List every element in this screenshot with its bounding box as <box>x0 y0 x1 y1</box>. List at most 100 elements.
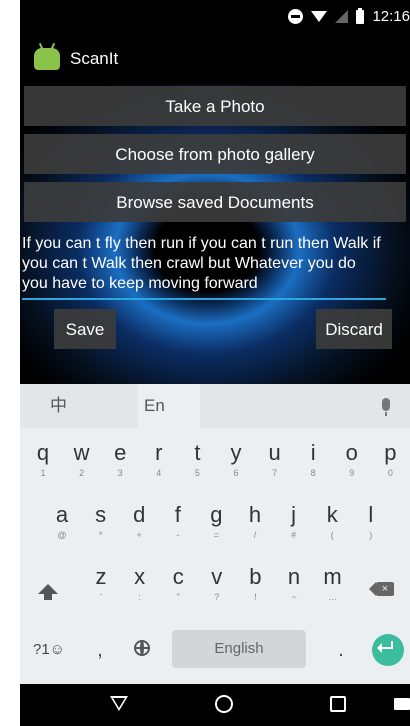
key-label: i <box>310 440 316 465</box>
key-w[interactable]: w2 <box>63 430 101 486</box>
key-hint: ~ <box>291 592 297 602</box>
key-hint: 1 <box>40 468 46 478</box>
key-label: n <box>287 564 301 589</box>
key-r[interactable]: r4 <box>140 430 178 486</box>
key-x[interactable]: x: <box>121 554 159 610</box>
key-label: o <box>345 440 358 465</box>
keyboard-top-bar: 中 En <box>20 384 410 428</box>
enter-key[interactable] <box>372 634 404 666</box>
key-m[interactable]: m… <box>314 554 352 610</box>
key-f[interactable]: f- <box>159 492 197 548</box>
period-key[interactable]: . <box>326 632 356 668</box>
status-bar: 12:16 <box>20 0 410 34</box>
back-icon[interactable] <box>110 696 128 711</box>
recents-icon[interactable] <box>330 696 346 712</box>
key-label: q <box>36 440 50 465</box>
key-hint: ? <box>214 592 220 602</box>
symbols-key[interactable]: ?1☺ <box>26 632 72 668</box>
key-t[interactable]: t5 <box>178 430 216 486</box>
globe-icon[interactable] <box>134 640 150 656</box>
key-label: l <box>368 502 374 527</box>
key-i[interactable]: i8 <box>294 430 332 486</box>
key-hint: : <box>138 592 141 602</box>
key-hint: 0 <box>387 468 393 478</box>
key-o[interactable]: o9 <box>333 430 371 486</box>
do-not-disturb-icon <box>288 9 304 24</box>
key-p[interactable]: p0 <box>371 430 409 486</box>
key-z[interactable]: z ' <box>82 554 120 610</box>
navigation-bar <box>20 684 410 726</box>
key-label: a <box>55 502 69 527</box>
key-u[interactable]: u7 <box>256 430 294 486</box>
key-hint: / <box>253 530 257 540</box>
phone-screen: 12:16 ScanIt Take a Photo Choose from ph… <box>20 0 410 726</box>
key-label: f <box>174 502 181 527</box>
key-g[interactable]: g = <box>197 492 235 548</box>
microphone-icon[interactable] <box>382 398 390 416</box>
key-k[interactable]: k( <box>313 492 351 548</box>
key-v[interactable]: v? <box>198 554 236 610</box>
key-label: p <box>384 440 397 465</box>
key-label: b <box>249 564 262 589</box>
key-label: x <box>134 564 146 589</box>
backspace-icon[interactable]: × <box>369 582 394 596</box>
key-label: s <box>95 502 107 527</box>
key-hint: ' <box>100 592 102 602</box>
key-label: j <box>291 502 297 527</box>
key-hint: … <box>328 592 338 602</box>
take-photo-button[interactable]: Take a Photo <box>24 86 406 126</box>
key-hint: " <box>176 592 180 602</box>
key-d[interactable]: d + <box>120 492 158 548</box>
key-label: h <box>248 502 262 527</box>
android-app-icon <box>34 48 60 70</box>
spacebar[interactable]: English <box>172 630 306 668</box>
key-label: m <box>323 564 342 589</box>
chinese-input-tab[interactable]: 中 <box>50 384 67 428</box>
key-hint: 7 <box>272 468 278 478</box>
key-y[interactable]: y6 <box>217 430 255 486</box>
key-h[interactable]: h / <box>236 492 274 548</box>
key-n[interactable]: n ~ <box>275 554 313 610</box>
key-label: e <box>114 440 127 465</box>
key-s[interactable]: s * <box>82 492 120 548</box>
key-e[interactable]: e3 <box>101 430 139 486</box>
key-hint: 5 <box>194 468 200 478</box>
key-label: r <box>155 440 163 465</box>
browse-documents-button[interactable]: Browse saved Documents <box>24 182 406 222</box>
key-c[interactable]: c " <box>159 554 197 610</box>
battery-icon <box>356 7 365 24</box>
key-hint: 9 <box>349 468 355 478</box>
key-label: y <box>230 440 242 465</box>
key-q[interactable]: q1 <box>24 430 62 486</box>
shift-icon[interactable] <box>38 584 58 600</box>
key-hint: 8 <box>310 468 316 478</box>
main-content: Take a Photo Choose from photo gallery B… <box>20 84 410 384</box>
key-hint: 6 <box>233 468 239 478</box>
key-label: g <box>210 502 223 527</box>
key-hint: = <box>213 530 220 540</box>
status-time: 12:16 <box>372 8 410 25</box>
save-button[interactable]: Save <box>54 309 116 349</box>
key-j[interactable]: j # <box>275 492 313 548</box>
choose-gallery-button[interactable]: Choose from photo gallery <box>24 134 406 174</box>
keyboard-switch-icon[interactable] <box>394 698 410 710</box>
key-a[interactable]: a @ <box>43 492 81 548</box>
wifi-icon <box>311 11 328 22</box>
key-l[interactable]: l) <box>352 492 390 548</box>
key-hint: + <box>136 530 142 540</box>
key-hint: - <box>176 530 180 540</box>
comma-key[interactable]: , <box>82 632 118 668</box>
key-label: k <box>326 502 338 527</box>
home-icon[interactable] <box>215 695 233 713</box>
english-input-tab[interactable]: En <box>138 384 200 428</box>
key-b[interactable]: b! <box>236 554 274 610</box>
key-label: u <box>268 440 281 465</box>
key-hint: * <box>98 530 103 540</box>
key-hint: ( <box>330 530 334 540</box>
cell-signal-icon <box>335 10 349 23</box>
enter-icon <box>377 641 393 653</box>
action-bar: ScanIt <box>20 34 410 84</box>
key-label: t <box>194 440 201 465</box>
discard-button[interactable]: Discard <box>316 309 392 349</box>
scanned-text-field[interactable]: If you can t fly then run if you can t r… <box>22 234 386 300</box>
